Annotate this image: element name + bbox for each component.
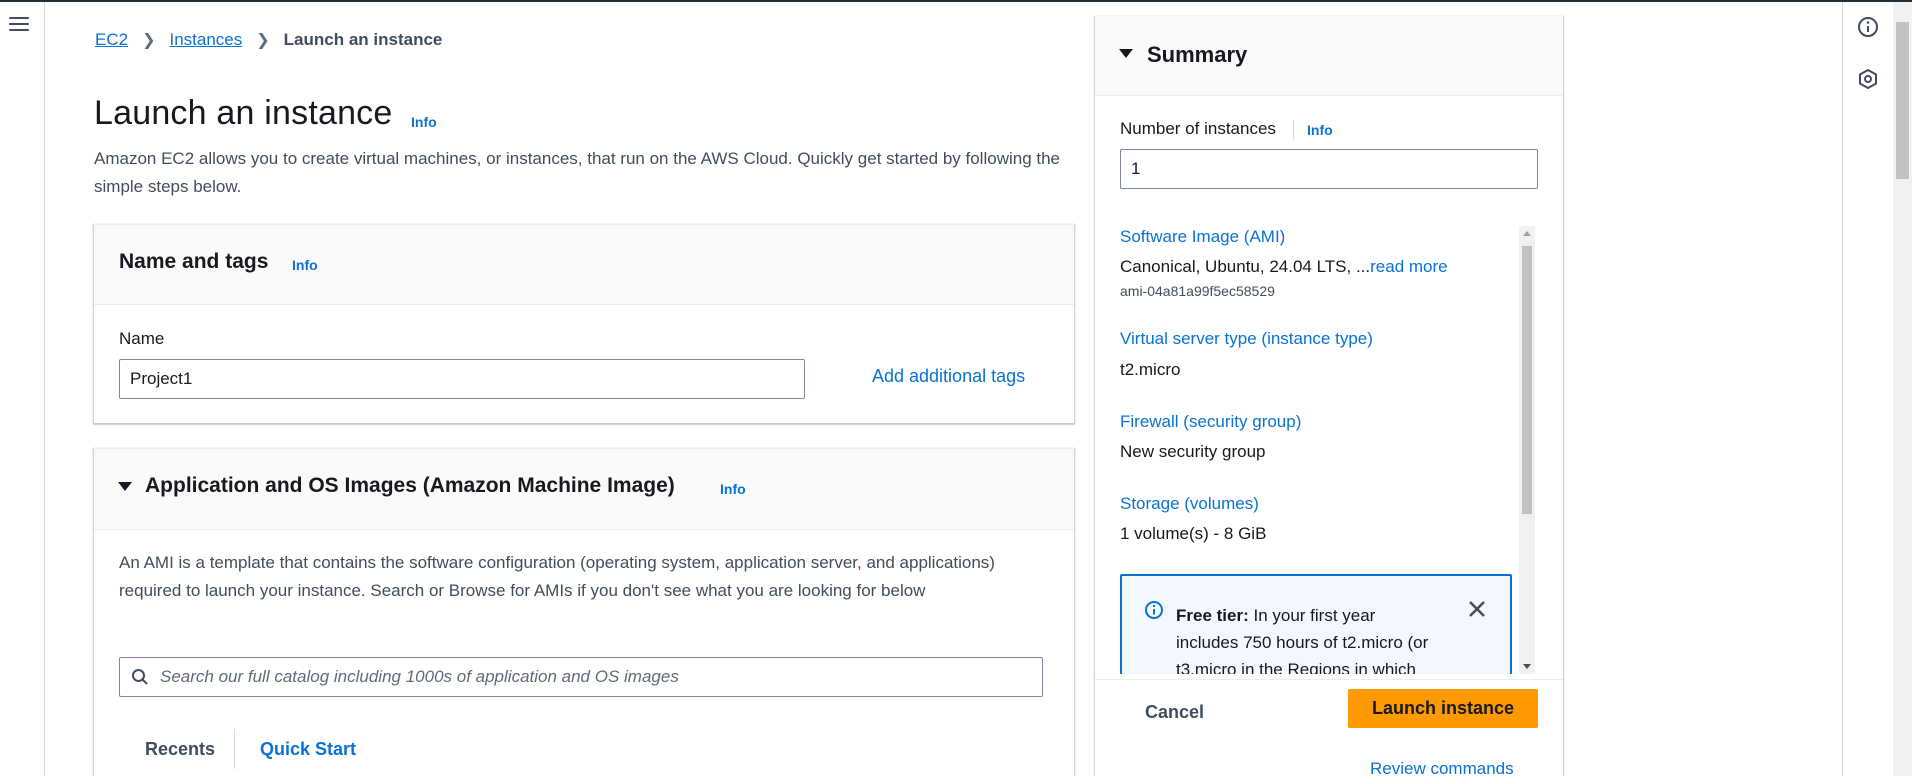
- tab-recents[interactable]: Recents: [145, 739, 215, 760]
- breadcrumb-instances-link[interactable]: Instances: [169, 30, 242, 50]
- summary-scrollbar[interactable]: [1519, 226, 1535, 674]
- info-icon[interactable]: [1857, 16, 1879, 38]
- settings-icon[interactable]: [1857, 68, 1879, 90]
- firewall-link[interactable]: Firewall (security group): [1120, 412, 1301, 432]
- tab-quick-start[interactable]: Quick Start: [260, 739, 356, 760]
- right-utility-rail: [1842, 2, 1893, 776]
- free-tier-line-3: t3.micro in the Regions in which: [1176, 660, 1417, 674]
- free-tier-line-2: includes 750 hours of t2.micro (or: [1176, 633, 1429, 652]
- scroll-down-arrow-icon[interactable]: [1523, 664, 1531, 669]
- launch-instance-button[interactable]: Launch instance: [1348, 689, 1538, 728]
- chevron-right-icon: ❯: [142, 32, 156, 49]
- close-icon[interactable]: [1468, 600, 1486, 618]
- name-input[interactable]: Project1: [119, 359, 805, 399]
- ami-section-title[interactable]: Application and OS Images (Amazon Machin…: [145, 474, 675, 498]
- launch-instance-label: Launch instance: [1371, 698, 1515, 718]
- number-of-instances-label: Number of instances: [1120, 119, 1276, 138]
- caret-down-icon[interactable]: [118, 482, 132, 491]
- page-title: Launch an instance: [94, 94, 393, 132]
- scroll-up-arrow-icon[interactable]: [1523, 231, 1531, 236]
- breadcrumb-ec2-link[interactable]: EC2: [95, 30, 128, 50]
- summary-scrollbar-thumb[interactable]: [1522, 246, 1532, 514]
- ami-summary-link[interactable]: Software Image (AMI): [1120, 227, 1285, 247]
- tab-divider: [234, 729, 235, 769]
- name-and-tags-info-link[interactable]: Info: [292, 257, 318, 273]
- add-additional-tags-link[interactable]: Add additional tags: [872, 366, 1025, 387]
- storage-link[interactable]: Storage (volumes): [1120, 494, 1259, 514]
- summary-title[interactable]: Summary: [1147, 42, 1247, 68]
- caret-down-icon[interactable]: [1119, 49, 1133, 58]
- ami-summary-text: Canonical, Ubuntu, 24.04 LTS, ...: [1120, 257, 1371, 276]
- ami-search-placeholder: Search our full catalog including 1000s …: [160, 667, 679, 686]
- page-info-link[interactable]: Info: [411, 114, 437, 130]
- free-tier-text: Free tier: In your first year includes 7…: [1176, 602, 1446, 674]
- number-of-instances-info-link[interactable]: Info: [1307, 122, 1333, 138]
- storage-value: 1 volume(s) - 8 GiB: [1120, 524, 1267, 543]
- menu-icon[interactable]: [9, 17, 29, 37]
- breadcrumb-current: Launch an instance: [283, 30, 443, 49]
- ami-description: An AMI is a template that contains the s…: [119, 553, 995, 600]
- summary-header: Summary: [1095, 16, 1563, 96]
- name-label: Name: [119, 329, 165, 348]
- firewall-value: New security group: [1120, 442, 1266, 461]
- free-tier-bold: Free tier:: [1176, 606, 1249, 625]
- page-scrollbar[interactable]: [1893, 2, 1912, 776]
- number-of-instances-input[interactable]: 1: [1120, 149, 1538, 189]
- ami-info-link[interactable]: Info: [720, 481, 746, 497]
- chevron-right-icon: ❯: [256, 32, 270, 49]
- read-more-link[interactable]: read more: [1370, 257, 1447, 276]
- name-and-tags-card: Name and tags Info Name Project1 Add add…: [94, 224, 1074, 423]
- breadcrumb: EC2 ❯ Instances ❯ Launch an instance: [95, 30, 442, 50]
- ami-id-text: ami-04a81a99f5ec58529: [1120, 283, 1275, 299]
- ami-summary-value: Canonical, Ubuntu, 24.04 LTS, ...read mo…: [1120, 257, 1448, 277]
- name-and-tags-title: Name and tags: [119, 250, 269, 273]
- instance-type-link[interactable]: Virtual server type (instance type): [1120, 329, 1373, 349]
- review-commands-link[interactable]: Review commands: [1370, 759, 1514, 776]
- summary-footer: Cancel Launch instance Review commands: [1095, 679, 1563, 776]
- instance-type-value: t2.micro: [1120, 360, 1181, 379]
- summary-scroll-area: Software Image (AMI) Canonical, Ubuntu, …: [1096, 226, 1536, 674]
- main-content: EC2 ❯ Instances ❯ Launch an instance Lau…: [45, 2, 1095, 776]
- ami-search-input[interactable]: Search our full catalog including 1000s …: [119, 657, 1043, 697]
- free-tier-line-1: In your first year: [1248, 606, 1376, 625]
- page-description: Amazon EC2 allows you to create virtual …: [94, 149, 1061, 196]
- number-of-instances-value: 1: [1131, 159, 1141, 178]
- page-scrollbar-thumb[interactable]: [1896, 22, 1909, 179]
- info-icon: [1145, 601, 1163, 619]
- ami-card: Application and OS Images (Amazon Machin…: [94, 448, 1074, 776]
- free-tier-alert: Free tier: In your first year includes 7…: [1120, 574, 1512, 674]
- left-nav-rail: [0, 2, 45, 776]
- cancel-button[interactable]: Cancel: [1145, 702, 1204, 723]
- name-input-value: Project1: [130, 369, 193, 388]
- label-divider: [1293, 120, 1294, 140]
- search-icon: [132, 669, 148, 685]
